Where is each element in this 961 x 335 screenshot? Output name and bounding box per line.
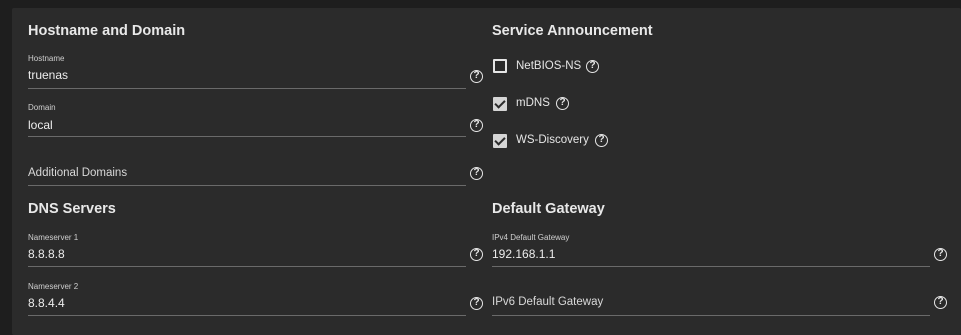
ipv4-gateway-input[interactable]: 192.168.1.1 — [492, 247, 555, 261]
nameserver1-underline — [28, 266, 466, 267]
ipv4-gateway-help-icon[interactable]: ? — [934, 248, 947, 261]
hostname-underline — [28, 88, 466, 89]
hostname-input[interactable]: truenas — [28, 68, 68, 82]
nameserver1-help-icon[interactable]: ? — [470, 248, 483, 261]
domain-label: Domain — [28, 103, 56, 112]
nameserver2-field[interactable]: Nameserver 2 8.8.4.4 — [28, 282, 468, 318]
ws-discovery-help-icon[interactable]: ? — [595, 134, 608, 147]
ipv4-gateway-underline — [492, 266, 930, 267]
mdns-checkbox[interactable] — [493, 97, 507, 111]
domain-field[interactable]: Domain local — [28, 103, 468, 139]
nameserver1-field[interactable]: Nameserver 1 8.8.8.8 — [28, 233, 468, 269]
domain-help-icon[interactable]: ? — [470, 119, 483, 132]
ipv6-gateway-underline — [492, 315, 930, 316]
netbios-ns-checkbox[interactable] — [493, 59, 507, 73]
network-settings-card: Hostname and Domain Hostname truenas ? D… — [12, 8, 961, 335]
domain-input[interactable]: local — [28, 118, 53, 132]
mdns-help-icon[interactable]: ? — [556, 97, 569, 110]
service-announcement-title: Service Announcement — [492, 23, 653, 39]
ipv4-gateway-field[interactable]: IPv4 Default Gateway 192.168.1.1 — [492, 233, 932, 269]
default-gateway-title: Default Gateway — [492, 201, 605, 217]
ipv4-gateway-label: IPv4 Default Gateway — [492, 233, 570, 242]
additional-domains-placeholder[interactable]: Additional Domains — [28, 167, 127, 179]
hostname-field[interactable]: Hostname truenas — [28, 54, 468, 90]
mdns-label[interactable]: mDNS — [516, 97, 550, 109]
nameserver2-input[interactable]: 8.8.4.4 — [28, 296, 65, 310]
nameserver2-label: Nameserver 2 — [28, 282, 79, 291]
dns-servers-title: DNS Servers — [28, 201, 116, 217]
hostname-domain-title: Hostname and Domain — [28, 23, 186, 39]
netbios-ns-help-icon[interactable]: ? — [586, 60, 599, 73]
ipv6-gateway-placeholder[interactable]: IPv6 Default Gateway — [492, 296, 603, 308]
ws-discovery-checkbox[interactable] — [493, 134, 507, 148]
domain-underline — [28, 136, 466, 137]
nameserver1-input[interactable]: 8.8.8.8 — [28, 247, 65, 261]
additional-domains-field[interactable]: Additional Domains — [28, 166, 468, 188]
nameserver1-label: Nameserver 1 — [28, 233, 79, 242]
nameserver2-help-icon[interactable]: ? — [470, 297, 483, 310]
ws-discovery-label[interactable]: WS-Discovery — [516, 134, 589, 146]
netbios-ns-label[interactable]: NetBIOS-NS — [516, 60, 581, 72]
additional-domains-help-icon[interactable]: ? — [470, 167, 483, 180]
hostname-label: Hostname — [28, 54, 65, 63]
ipv6-gateway-field[interactable]: IPv6 Default Gateway — [492, 295, 932, 317]
ipv6-gateway-help-icon[interactable]: ? — [934, 296, 947, 309]
additional-domains-underline — [28, 185, 466, 186]
nameserver2-underline — [28, 315, 466, 316]
hostname-help-icon[interactable]: ? — [470, 70, 483, 83]
